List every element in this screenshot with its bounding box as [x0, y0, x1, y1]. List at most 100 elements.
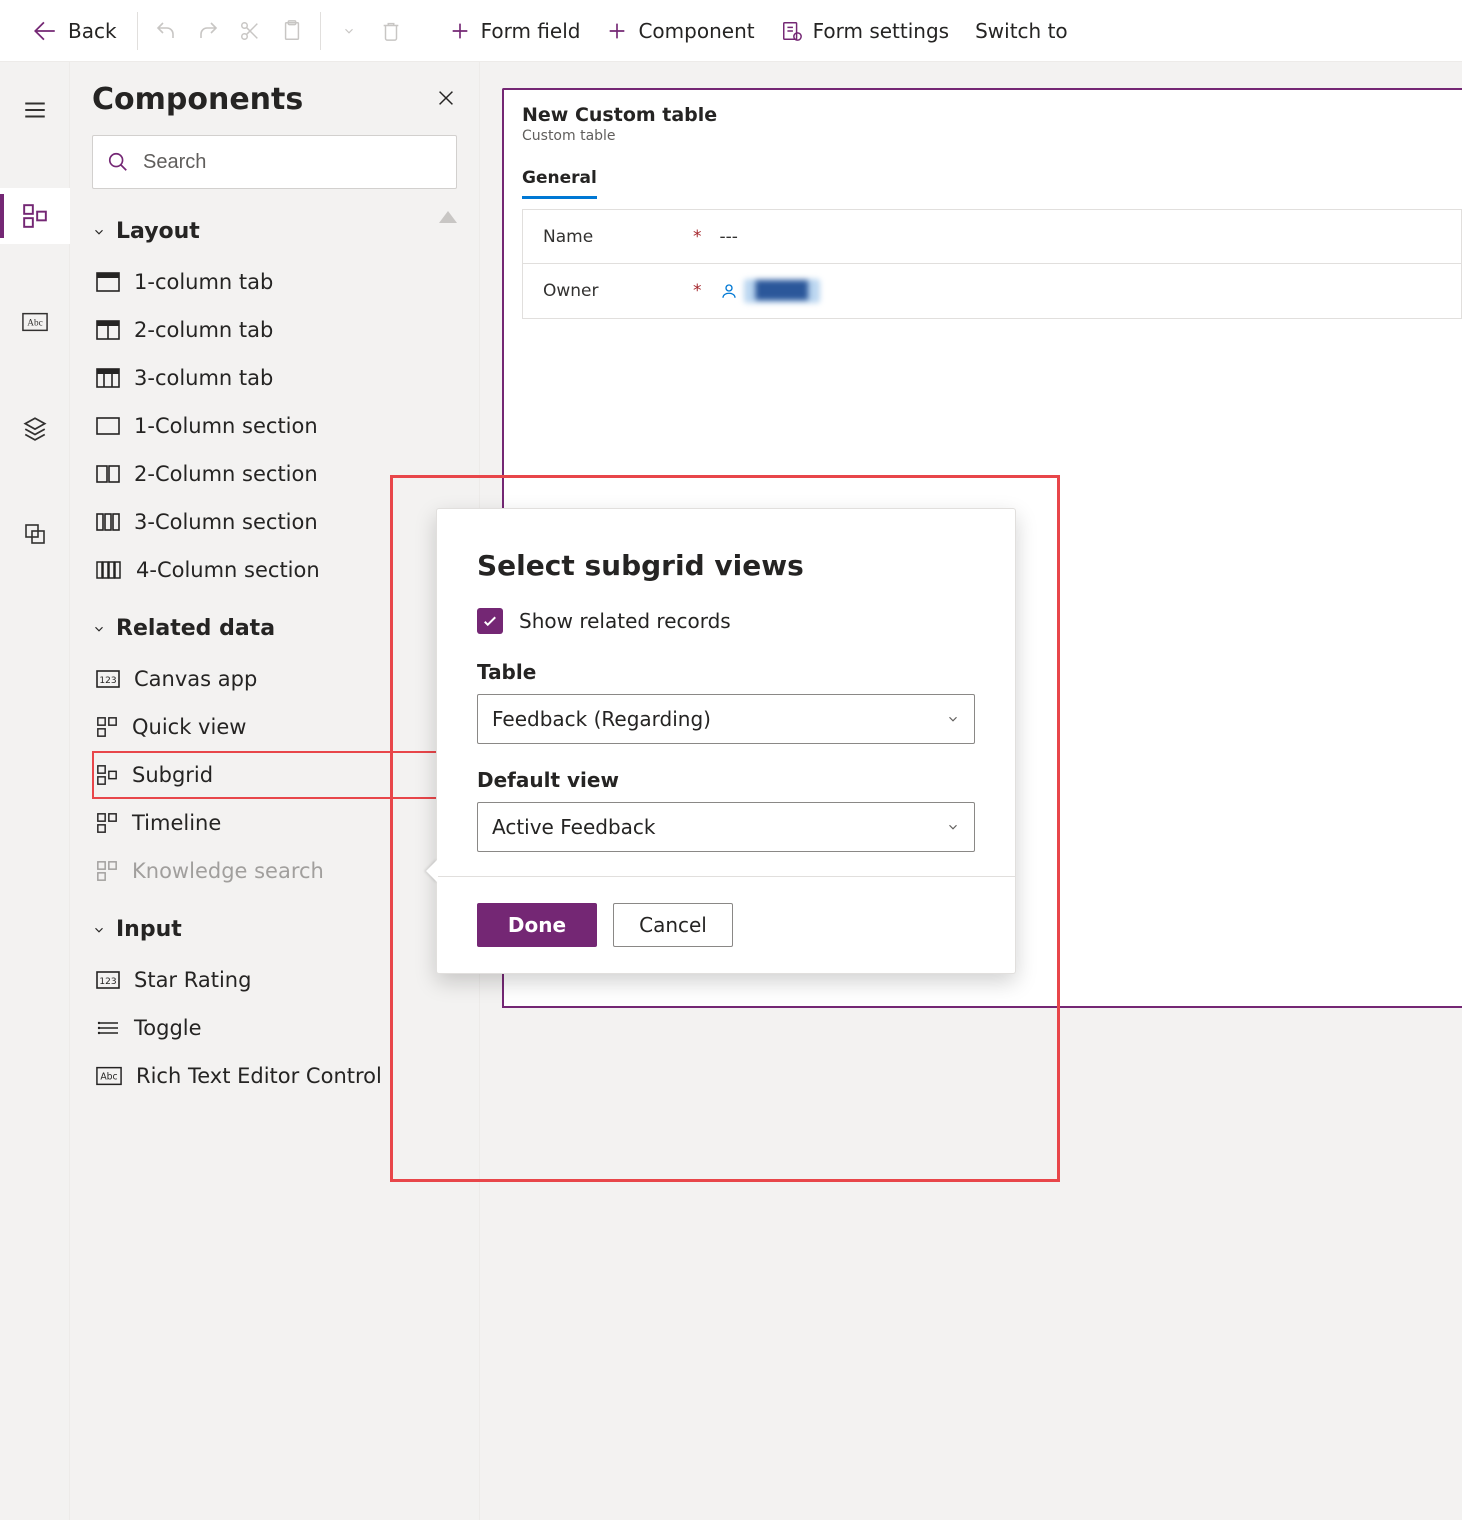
copy-icon [23, 522, 47, 546]
search-input[interactable] [141, 150, 442, 175]
4col-section-icon [96, 561, 122, 579]
view-select[interactable]: Active Feedback [477, 802, 975, 852]
chevron-down-icon [92, 622, 106, 636]
form-tab-general[interactable]: General [522, 168, 597, 199]
form-settings-icon [781, 20, 803, 42]
3col-section-icon [96, 513, 120, 531]
field-name[interactable]: Name * --- [523, 210, 1461, 264]
section-input[interactable]: Input [92, 917, 439, 942]
plus-icon [606, 20, 628, 42]
svg-text:123: 123 [99, 676, 116, 686]
view-label: Default view [477, 768, 975, 792]
layout-item-3-col-tab[interactable]: 3-column tab [92, 354, 439, 402]
input-item-toggle[interactable]: Toggle [92, 1004, 439, 1052]
1col-section-icon [96, 417, 120, 435]
cut-icon [239, 20, 261, 42]
popover-title: Select subgrid views [477, 549, 975, 582]
panel-title: Components [92, 82, 303, 117]
form-fields: Name * --- Owner * ████ [522, 209, 1462, 319]
delete-button[interactable] [373, 13, 409, 49]
section-layout[interactable]: Layout [92, 219, 439, 244]
check-icon [481, 612, 499, 630]
components-panel: Components Layout [70, 62, 480, 1520]
paste-chevron-button[interactable] [331, 13, 367, 49]
2col-tab-icon [96, 320, 120, 340]
rail-layers-button[interactable] [0, 400, 70, 456]
back-arrow-icon [32, 18, 58, 44]
related-item-knowledge-search: Knowledge search [92, 847, 439, 895]
redo-icon [196, 19, 220, 43]
cut-button[interactable] [232, 13, 268, 49]
back-button[interactable]: Back [22, 12, 127, 50]
form-field-button[interactable]: Form field [439, 13, 591, 49]
toggle-icon [96, 1019, 120, 1037]
layout-item-1-col-section[interactable]: 1-Column section [92, 402, 439, 450]
search-box[interactable] [92, 135, 457, 189]
form-subtitle: Custom table [522, 128, 1462, 144]
top-toolbar: Back Form field Component [0, 0, 1462, 62]
related-item-canvas-app[interactable]: 123 Canvas app [92, 655, 439, 703]
view-select-value: Active Feedback [492, 815, 655, 839]
hamburger-icon [22, 97, 48, 123]
related-item-timeline[interactable]: Timeline [92, 799, 439, 847]
chevron-down-icon [92, 923, 106, 937]
switch-to-label: Switch to [975, 19, 1068, 43]
table-select-value: Feedback (Regarding) [492, 707, 711, 731]
rail-components-button[interactable] [0, 188, 70, 244]
subgrid-popover: Select subgrid views Show related record… [436, 508, 1016, 974]
form-canvas: New Custom table Custom table General Na… [480, 62, 1462, 1520]
popover-notch-icon [426, 859, 438, 883]
form-settings-label: Form settings [813, 19, 950, 43]
abc-icon: Abc [22, 312, 48, 332]
panel-close-button[interactable] [435, 87, 457, 113]
left-rail: Abc [0, 62, 70, 1520]
paste-button[interactable] [274, 13, 310, 49]
quickview-icon [96, 716, 118, 738]
svg-text:Abc: Abc [100, 1072, 117, 1083]
trash-icon [380, 20, 402, 42]
layers-icon [22, 415, 48, 441]
layout-item-3-col-section[interactable]: 3-Column section [92, 498, 439, 546]
done-button[interactable]: Done [477, 903, 597, 947]
field-owner[interactable]: Owner * ████ [523, 264, 1461, 318]
redo-button[interactable] [190, 13, 226, 49]
back-label: Back [68, 19, 117, 43]
rail-abc-button[interactable]: Abc [0, 294, 70, 350]
knowledge-icon [96, 860, 118, 882]
star-rating-icon: 123 [96, 971, 120, 989]
table-select[interactable]: Feedback (Regarding) [477, 694, 975, 744]
paste-icon [281, 20, 303, 42]
input-item-rte[interactable]: Abc Rich Text Editor Control [92, 1052, 439, 1100]
rte-icon: Abc [96, 1066, 122, 1086]
section-related-data[interactable]: Related data [92, 616, 439, 641]
component-button[interactable]: Component [596, 13, 764, 49]
layout-item-2-col-section[interactable]: 2-Column section [92, 450, 439, 498]
switch-to-button[interactable]: Switch to [965, 13, 1078, 49]
timeline-icon [96, 812, 118, 834]
show-related-row[interactable]: Show related records [477, 608, 975, 634]
form-settings-button[interactable]: Form settings [771, 13, 960, 49]
chevron-down-icon [946, 712, 960, 726]
close-icon [435, 87, 457, 109]
person-icon [720, 282, 738, 300]
svg-text:Abc: Abc [27, 319, 42, 329]
cancel-button[interactable]: Cancel [613, 903, 733, 947]
hamburger-button[interactable] [0, 82, 70, 138]
search-icon [107, 151, 129, 173]
related-item-quick-view[interactable]: Quick view [92, 703, 439, 751]
undo-button[interactable] [148, 13, 184, 49]
input-item-star-rating[interactable]: 123 Star Rating [92, 956, 439, 1004]
show-related-checkbox[interactable] [477, 608, 503, 634]
form-title: New Custom table [522, 104, 1462, 126]
plus-icon [449, 20, 471, 42]
related-item-subgrid[interactable]: Subgrid [92, 751, 439, 799]
layout-item-1-col-tab[interactable]: 1-column tab [92, 258, 439, 306]
form-field-label: Form field [481, 19, 581, 43]
chevron-down-icon [342, 24, 356, 38]
rail-copy-button[interactable] [0, 506, 70, 562]
layout-item-2-col-tab[interactable]: 2-column tab [92, 306, 439, 354]
subgrid-icon [96, 764, 118, 786]
layout-item-4-col-section[interactable]: 4-Column section [92, 546, 439, 594]
field-owner-value: ████ [744, 279, 820, 303]
2col-section-icon [96, 465, 120, 483]
